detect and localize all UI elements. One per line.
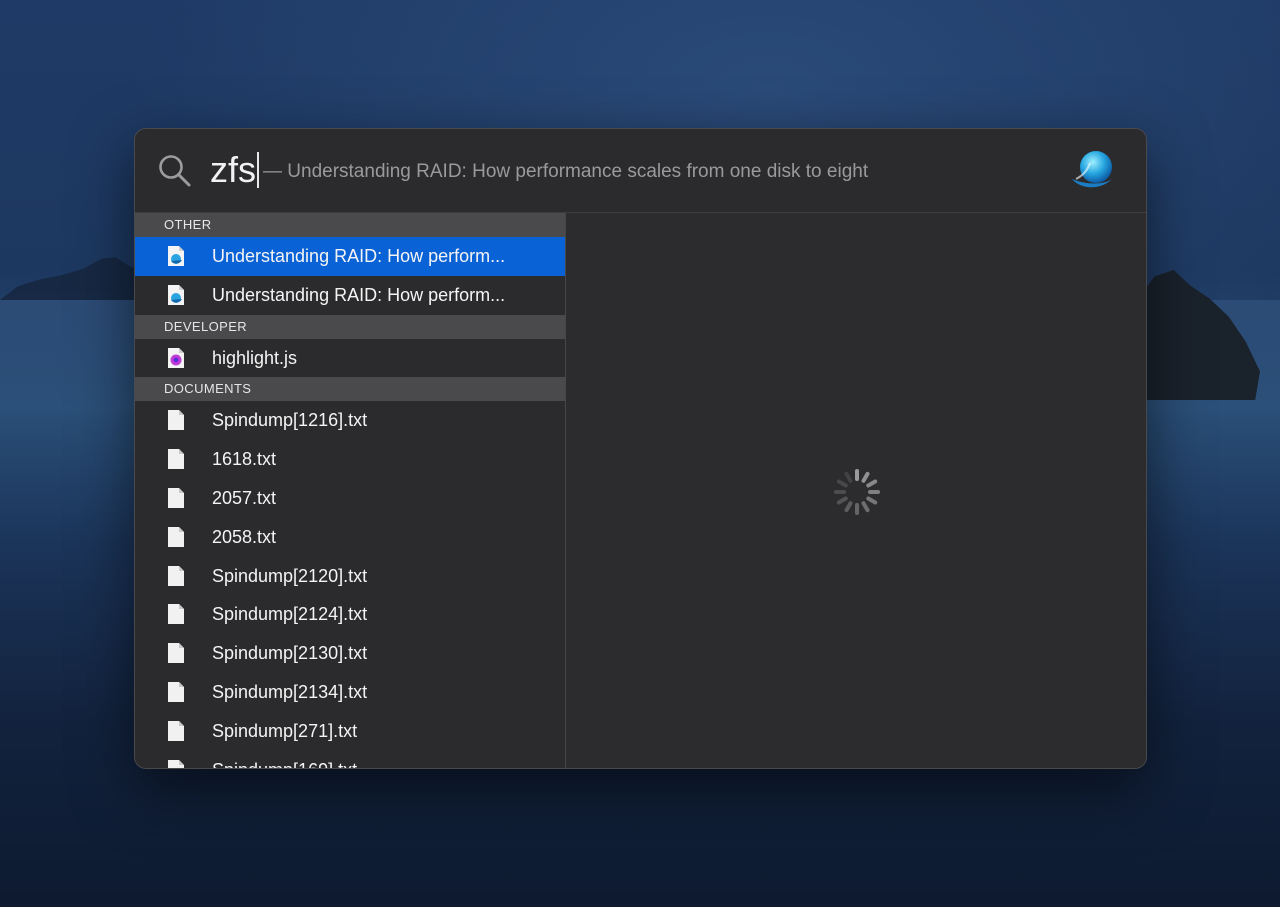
text-document-icon bbox=[168, 643, 184, 664]
result-item[interactable]: Spindump[271].txt bbox=[135, 712, 565, 751]
section-header-developer: DEVELOPER bbox=[135, 314, 565, 339]
section-header-documents: DOCUMENTS bbox=[135, 377, 565, 402]
text-document-icon bbox=[168, 720, 184, 741]
results-list[interactable]: OTHER Understanding RAID: How perform...… bbox=[135, 213, 565, 768]
result-item[interactable]: Spindump[2130].txt bbox=[135, 634, 565, 673]
search-completion: — Understanding RAID: How performance sc… bbox=[263, 161, 869, 182]
search-input[interactable]: zfs bbox=[210, 148, 260, 192]
loading-spinner-icon bbox=[834, 469, 880, 515]
text-document-icon bbox=[168, 604, 184, 625]
result-label: Spindump[2130].txt bbox=[212, 643, 368, 664]
result-item[interactable]: Understanding RAID: How perform... bbox=[135, 237, 565, 276]
js-document-icon bbox=[168, 347, 184, 368]
result-label: highlight.js bbox=[212, 347, 298, 368]
text-document-icon bbox=[168, 565, 184, 586]
web-app-icon bbox=[1072, 151, 1112, 188]
text-document-icon bbox=[168, 759, 184, 768]
result-item[interactable]: 1618.txt bbox=[135, 440, 565, 479]
result-item[interactable]: 2058.txt bbox=[135, 518, 565, 557]
result-label: Understanding RAID: How perform... bbox=[212, 246, 506, 266]
result-label: 2057.txt bbox=[212, 487, 277, 508]
text-document-icon bbox=[168, 526, 184, 547]
result-label: Spindump[2124].txt bbox=[212, 604, 368, 625]
result-item[interactable]: Spindump[2124].txt bbox=[135, 595, 565, 634]
preview-pane bbox=[565, 213, 1146, 768]
web-document-icon bbox=[168, 284, 184, 305]
spotlight-panel: zfs — Understanding RAID: How performanc… bbox=[134, 128, 1147, 769]
result-label: Understanding RAID: How perform... bbox=[212, 284, 506, 305]
result-label: Spindump[2134].txt bbox=[212, 681, 368, 702]
text-document-icon bbox=[168, 681, 184, 702]
text-caret bbox=[257, 152, 260, 188]
result-item[interactable]: Spindump[1216].txt bbox=[135, 401, 565, 440]
result-label: 2058.txt bbox=[212, 526, 277, 547]
search-bar[interactable]: zfs — Understanding RAID: How performanc… bbox=[135, 129, 1146, 213]
text-document-icon bbox=[168, 449, 184, 470]
search-icon bbox=[159, 155, 191, 187]
result-label: 1618.txt bbox=[212, 449, 277, 470]
result-item[interactable]: Spindump[2134].txt bbox=[135, 673, 565, 712]
result-label: Spindump[169].txt bbox=[212, 760, 357, 768]
result-item[interactable]: Understanding RAID: How perform... bbox=[135, 276, 565, 315]
text-document-icon bbox=[168, 410, 184, 431]
result-item[interactable]: Spindump[2120].txt bbox=[135, 557, 565, 596]
search-query-text: zfs bbox=[210, 149, 257, 190]
section-header-other: OTHER bbox=[135, 213, 565, 237]
result-item[interactable]: Spindump[169].txt bbox=[135, 751, 565, 768]
result-label: Spindump[271].txt bbox=[212, 720, 358, 741]
result-label: Spindump[2120].txt bbox=[212, 565, 368, 586]
web-document-icon bbox=[168, 246, 184, 266]
result-item[interactable]: 2057.txt bbox=[135, 479, 565, 518]
result-label: Spindump[1216].txt bbox=[212, 410, 368, 431]
text-document-icon bbox=[168, 487, 184, 508]
result-item[interactable]: highlight.js bbox=[135, 339, 565, 378]
